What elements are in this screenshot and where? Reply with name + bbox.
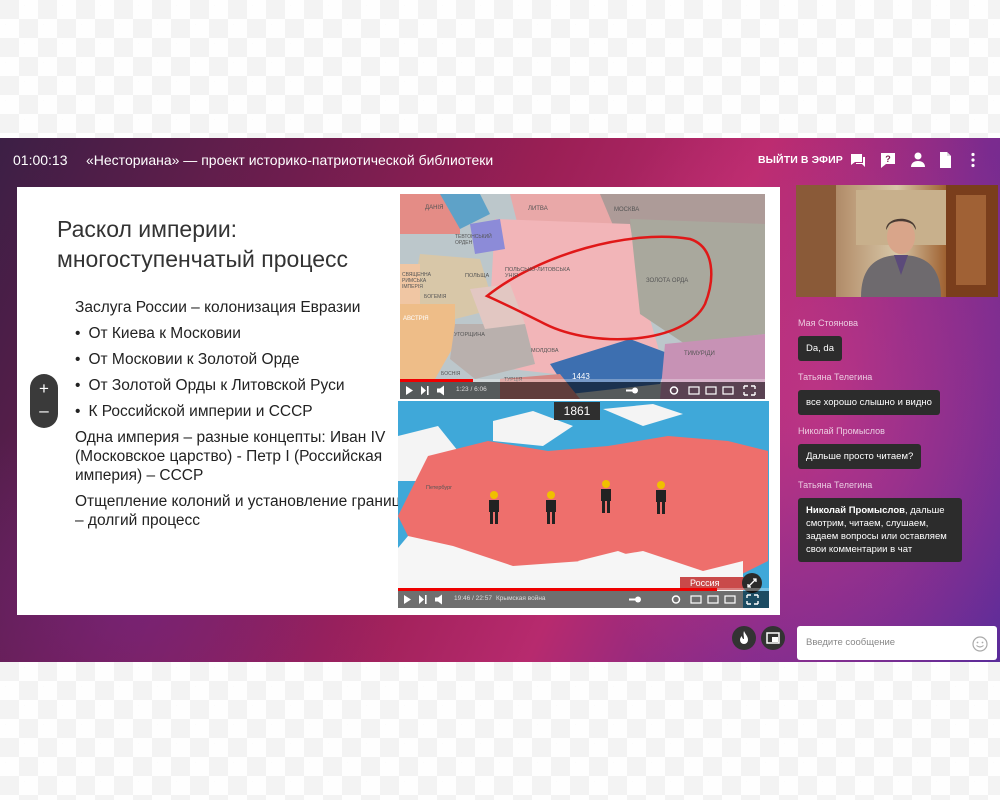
chat-author: Татьяна Телегина (798, 372, 873, 382)
chat-message: Татьяна Телегина Николай Промыслов, даль… (796, 480, 998, 562)
slide-bullet: От Киева к Московии (75, 324, 405, 343)
map-label: ПОЛЬЩА (465, 273, 490, 279)
map-label: МОЛДОВА (531, 348, 559, 354)
map-label: ПОЛЬСЬКО-ЛИТОВСЬКА УНІЯ (505, 267, 570, 279)
slide-title: Раскол империи: многоступенчатый процесс (57, 214, 348, 274)
top-bar: 01:00:13 «Несториана» — проект историко-… (0, 138, 1000, 182)
slide-title-line-1: Раскол империи: (57, 216, 238, 242)
map-video-1443[interactable]: ДАНІЯ ЛИТВА МОСКВА ТЕВТОНСЬКИЙ ОРДЕН ПОЛ… (400, 194, 765, 399)
map-label: УГОРЩИНА (454, 332, 485, 338)
slide-closing: Отщепление колоний и установление границ… (75, 493, 401, 529)
chat-icon[interactable] (849, 151, 867, 169)
slide-body: Заслуга России – колонизация Евразии От … (75, 298, 405, 537)
chat-bubble: Da, da (798, 336, 842, 361)
chat-message: Николай Промыслов Дальше просто читаем? (796, 426, 998, 469)
video-time: 1:23 / 6:06 (456, 386, 487, 393)
map-label: ТЕВТОНСЬКИЙ ОРДЕН (455, 234, 492, 246)
session-timer: 01:00:13 (13, 152, 68, 168)
question-icon[interactable]: ? (879, 151, 897, 169)
more-icon[interactable] (964, 151, 982, 169)
slide-concept: Одна империя – разные концепты: Иван IV … (75, 429, 386, 484)
video-control-icons (406, 385, 756, 396)
chat-bubble: все хорошо слышно и видно (798, 390, 940, 415)
video-time: 19:46 / 22:57 (454, 595, 492, 602)
map-label: АВСТРІЯ (403, 316, 429, 322)
svg-text:?: ? (885, 154, 891, 164)
chat-bubble: Дальше просто читаем? (798, 444, 922, 469)
map-video-1861[interactable]: 1861 Петербург Россия 19:46 / 22:57 Крым… (398, 401, 769, 608)
picture-in-picture-button[interactable] (761, 626, 785, 650)
slide-title-line-2: многоступенчатый процесс (57, 246, 349, 272)
map-label: СВЯЩЕННА РИМСЬКА ІМПЕРІЯ (402, 272, 431, 290)
speaker-image (796, 185, 998, 297)
speaker-video (796, 185, 998, 297)
chat-message: Мая Стоянова Da, da (796, 318, 998, 361)
slide-bullet: От Золотой Орды к Литовской Руси (75, 376, 405, 395)
chat-author: Николай Промыслов (798, 426, 885, 436)
zoom-out-button[interactable]: – (30, 400, 58, 422)
slide-bullet-list: От Киева к Московии От Московии к Золото… (75, 324, 405, 421)
message-input-placeholder: Введите сообщение (806, 637, 896, 648)
chat-author: Мая Стоянова (798, 318, 859, 328)
document-icon[interactable] (936, 151, 954, 169)
chat-bubble: Николай Промыслов, дальше смотрим, читае… (798, 498, 962, 562)
emoji-icon[interactable] (971, 635, 989, 653)
zoom-in-button[interactable]: + (30, 378, 58, 400)
message-input[interactable]: Введите сообщение (797, 626, 997, 660)
slide-intro: Заслуга России – колонизация Евразии (75, 299, 361, 316)
map-1443-image (400, 194, 765, 399)
zoom-control: + – (30, 374, 58, 428)
map-label: ЛИТВА (528, 206, 548, 212)
page-background-bottom (0, 662, 1000, 800)
video-chapter: Крымская война (496, 595, 546, 602)
reaction-button[interactable] (732, 626, 756, 650)
video-controls: 19:46 / 22:57 Крымская война (398, 591, 769, 608)
chat-author: Татьяна Телегина (798, 480, 873, 490)
webinar-window: 01:00:13 «Несториана» — проект историко-… (0, 138, 1000, 662)
person-icon[interactable] (909, 151, 927, 169)
leave-air-button[interactable]: ВЫЙТИ В ЭФИР (758, 154, 843, 166)
map-label: БОСНІЯ (441, 371, 461, 377)
map-label: БОГЕМІЯ (424, 294, 447, 300)
flame-icon (740, 631, 748, 644)
map-label: ДАНІЯ (425, 205, 444, 211)
map-label: ТИМУРІДИ (684, 351, 715, 357)
webinar-title: «Несториана» — проект историко-патриотич… (86, 152, 494, 168)
picture-in-picture-icon (766, 632, 780, 644)
video-controls: 1:23 / 6:06 (400, 382, 765, 399)
presentation-slide: Раскол империи: многоступенчатый процесс… (17, 187, 780, 615)
chat-message: Татьяна Телегина все хорошо слышно и вид… (796, 372, 998, 415)
slide-bullet: К Российской империи и СССР (75, 402, 405, 421)
page-background-top (0, 0, 1000, 138)
map-label: МОСКВА (614, 207, 640, 213)
chat-mention[interactable]: Николай Промыслов (806, 505, 905, 516)
chat-panel: Мая Стоянова Da, da Татьяна Телегина все… (796, 318, 998, 562)
country-label: Россия (690, 578, 720, 588)
map-label: ЗОЛОТА ОРДА (646, 278, 689, 284)
slide-bullet: От Московии к Золотой Орде (75, 350, 405, 369)
